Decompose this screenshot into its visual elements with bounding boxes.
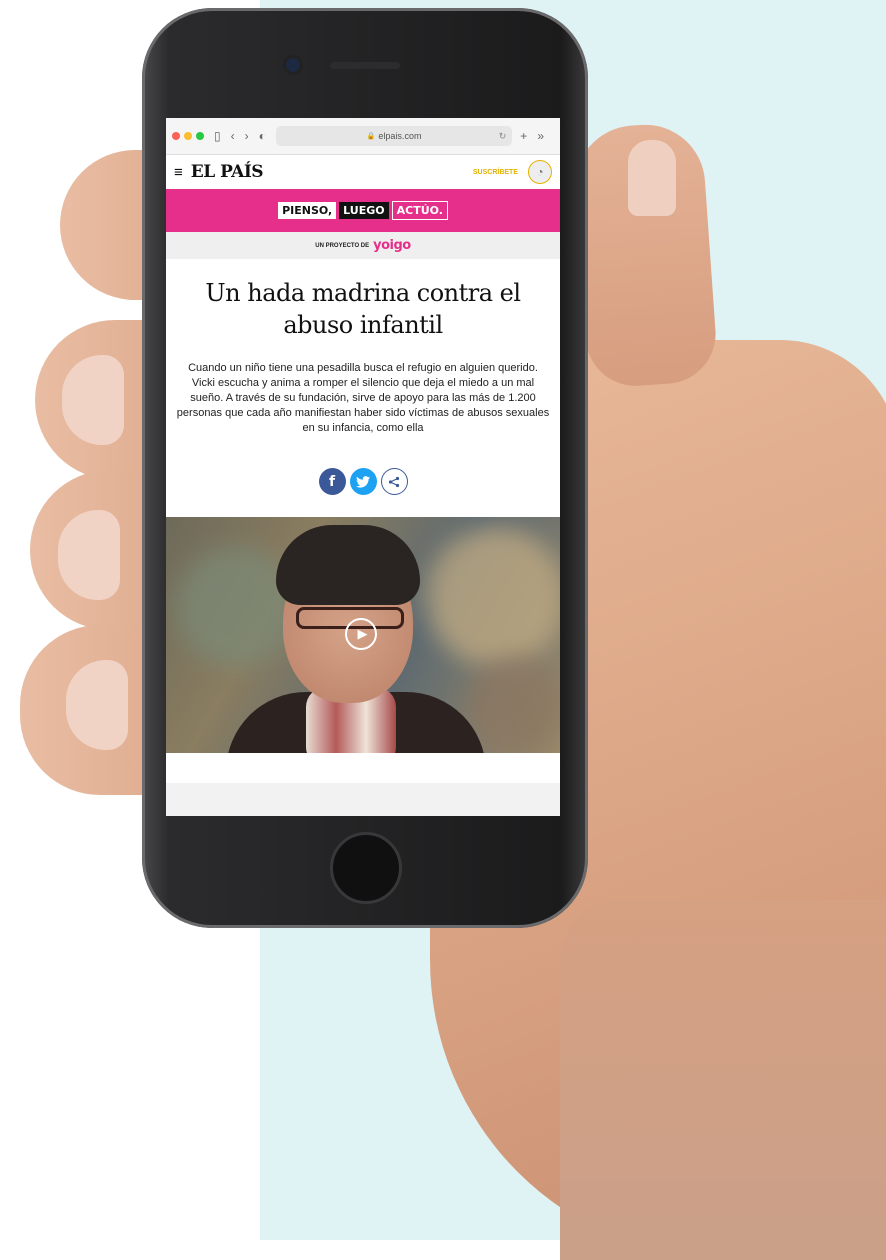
forward-icon[interactable]: › (245, 130, 249, 142)
sidebar-icon[interactable]: ▯ (214, 130, 221, 142)
finger-nail (66, 660, 128, 750)
campaign-word-2: LUEGO (339, 202, 389, 219)
campaign-banner[interactable]: PIENSO, LUEGO ACTÚO. (166, 189, 560, 232)
finger-nail (58, 510, 120, 600)
reload-icon[interactable]: ↻ (499, 131, 507, 142)
url-text: elpais.com (378, 131, 422, 141)
menu-icon[interactable]: ≡ (174, 164, 183, 181)
hand-wrist (560, 900, 886, 1260)
site-header: ≡ EL PAÍS SUSCRÍBETE ◔ (166, 155, 560, 189)
thumb-nail (628, 140, 676, 216)
facebook-share-icon[interactable]: f (318, 468, 346, 495)
twitter-bird-icon (356, 475, 370, 488)
address-bar[interactable]: 🔒 elpais.com ↻ (275, 126, 513, 146)
site-logo[interactable]: EL PAÍS (191, 162, 473, 182)
video-player[interactable]: ▶ (166, 517, 560, 753)
article-header: Un hada madrina contra el abuso infantil… (166, 259, 560, 517)
video-background (426, 527, 560, 667)
lock-icon: 🔒 (366, 133, 376, 140)
article-footer-space (166, 753, 560, 783)
window-controls (172, 132, 204, 140)
user-avatar-icon[interactable]: ◔ (528, 160, 552, 184)
finger-nail (62, 355, 124, 445)
more-tabs-icon[interactable]: » (537, 130, 544, 142)
subscribe-link[interactable]: SUSCRÍBETE (473, 169, 518, 176)
safari-toolbar: ▯ ‹ › ◐ 🔒 elpais.com ↻ + » (166, 118, 560, 155)
article-headline: Un hada madrina contra el abuso infantil (205, 279, 521, 339)
twitter-share-icon[interactable] (349, 468, 377, 495)
new-tab-icon[interactable]: + (520, 130, 527, 142)
share-buttons: f (176, 468, 550, 495)
privacy-shield-icon[interactable]: ◐ (259, 130, 266, 142)
front-camera (286, 58, 300, 72)
zoom-window-button[interactable] (196, 132, 204, 140)
sponsor-logo[interactable]: yoigo (373, 238, 411, 253)
campaign-word-1: PIENSO, (278, 202, 337, 219)
phone-screen: ▯ ‹ › ◐ 🔒 elpais.com ↻ + » ≡ EL PAÍS SUS… (166, 118, 560, 816)
campaign-word-3: ACTÚO. (391, 201, 448, 220)
share-icon[interactable] (380, 468, 408, 495)
person-hair (276, 525, 420, 605)
video-background (466, 657, 560, 753)
share-nodes-icon (388, 476, 400, 487)
back-icon[interactable]: ‹ (231, 130, 235, 142)
minimize-window-button[interactable] (184, 132, 192, 140)
play-icon[interactable]: ▶ (345, 618, 377, 650)
close-window-button[interactable] (172, 132, 180, 140)
sponsor-label: UN PROYECTO DE (315, 242, 370, 249)
article-lead: Cuando un niño tiene una pesadilla busca… (176, 362, 550, 434)
home-button[interactable] (330, 832, 402, 904)
sponsor-bar: UN PROYECTO DE yoigo (166, 232, 560, 259)
earpiece-speaker (330, 62, 400, 69)
